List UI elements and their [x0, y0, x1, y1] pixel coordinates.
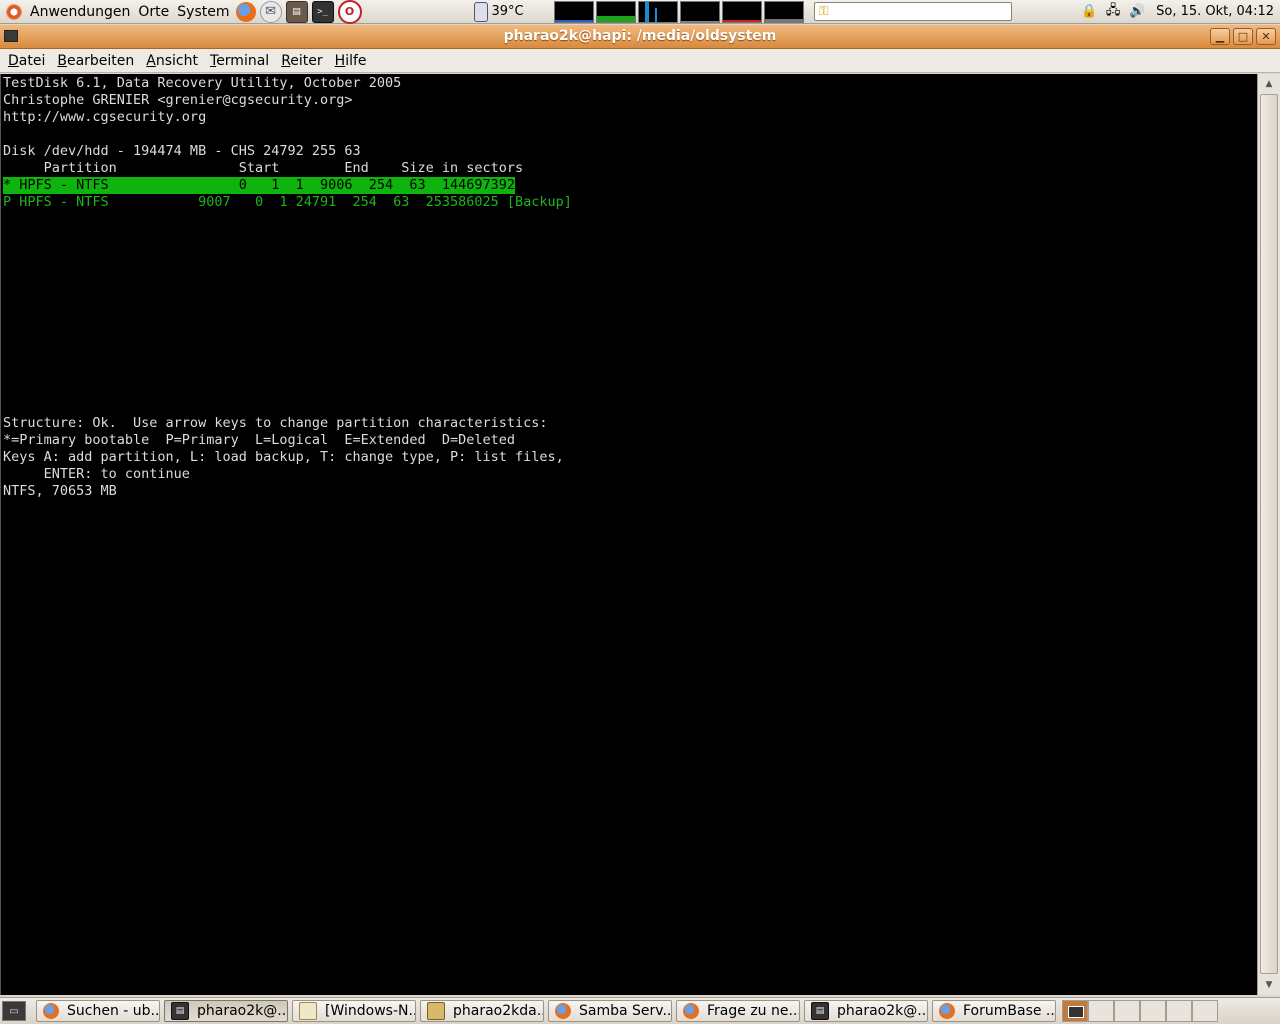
terminal-scrollbar[interactable]: ▲ ▼: [1257, 74, 1280, 995]
partition-row-selected[interactable]: * HPFS - NTFS 0 1 1 9006 254 63 14469739…: [3, 177, 516, 194]
task-button[interactable]: Frage zu ne...: [676, 1000, 800, 1022]
network-icon[interactable]: 🖧: [1104, 3, 1122, 21]
menu-hilfe[interactable]: Hilfe: [329, 53, 373, 69]
window-title: pharao2k@hapi: /media/oldsystem: [503, 28, 777, 44]
menu-anwendungen[interactable]: Anwendungen: [26, 4, 134, 20]
terminal-line: Christophe GRENIER <grenier@cgsecurity.o…: [3, 92, 353, 108]
close-button[interactable]: ✕: [1256, 28, 1276, 45]
workspace-switcher: [1062, 1000, 1218, 1022]
keyring-icon: ⚿: [818, 4, 829, 19]
task-button[interactable]: ForumBase ...: [932, 1000, 1056, 1022]
task-label: [Windows-N...: [325, 1003, 416, 1019]
volume-icon[interactable]: 🔊: [1128, 3, 1146, 21]
task-label: pharao2kda...: [453, 1003, 544, 1019]
scroll-up-icon[interactable]: ▲: [1260, 76, 1278, 92]
panel-search-field[interactable]: ⚿: [813, 2, 1012, 21]
thermometer-icon: [473, 1, 488, 22]
terminal-icon: ▤: [171, 1002, 189, 1020]
menu-orte[interactable]: Orte: [134, 4, 173, 20]
menu-datei[interactable]: Datei: [2, 53, 51, 69]
scroll-down-icon[interactable]: ▼: [1260, 977, 1278, 993]
memory-graph: [595, 0, 636, 23]
workspace-2[interactable]: [1088, 1000, 1114, 1022]
keys-line: Keys A: add partition, L: load backup, T…: [3, 449, 564, 465]
opera-launcher-icon[interactable]: O: [337, 0, 362, 24]
terminal-line: http://www.cgsecurity.org: [3, 109, 207, 125]
task-label: Samba Serv...: [579, 1003, 672, 1019]
firefox-icon: [43, 1003, 59, 1019]
partition-header: Partition Start End Size in sectors: [3, 160, 524, 176]
task-button-active[interactable]: ▤ pharao2k@...: [164, 1000, 288, 1022]
terminal-line: TestDisk 6.1, Data Recovery Utility, Oct…: [3, 75, 402, 91]
legend-line: *=Primary bootable P=Primary L=Logical E…: [3, 432, 516, 448]
menu-ansicht[interactable]: Ansicht: [140, 53, 204, 69]
clock[interactable]: So, 15. Okt, 04:12: [1156, 4, 1274, 19]
archive-icon: [427, 1002, 445, 1020]
workspace-1[interactable]: [1062, 1000, 1088, 1022]
swap-graph: [679, 0, 720, 23]
menu-bearbeiten[interactable]: Bearbeiten: [51, 53, 140, 69]
system-monitor-graphs[interactable]: [553, 0, 804, 23]
minimize-button[interactable]: ▁: [1210, 28, 1230, 45]
terminal-icon: ▤: [811, 1002, 829, 1020]
load-graph: [721, 0, 762, 23]
task-label: Frage zu ne...: [707, 1003, 800, 1019]
temperature-value: 39°C: [491, 4, 524, 19]
system-monitor-launcher-icon[interactable]: ▤: [285, 0, 308, 23]
firefox-launcher-icon[interactable]: [235, 1, 256, 22]
window-menubar: Datei Bearbeiten Ansicht Terminal Reiter…: [0, 49, 1280, 73]
task-label: pharao2k@...: [837, 1003, 928, 1019]
window-titlebar[interactable]: pharao2k@hapi: /media/oldsystem ▁ □ ✕: [0, 25, 1280, 49]
workspace-6[interactable]: [1192, 1000, 1218, 1022]
menu-terminal[interactable]: Terminal: [204, 53, 275, 69]
workspace-5[interactable]: [1166, 1000, 1192, 1022]
window-controls: ▁ □ ✕: [1210, 28, 1276, 45]
firefox-icon: [555, 1003, 571, 1019]
task-button[interactable]: pharao2kda...: [420, 1000, 544, 1022]
ubuntu-logo-icon[interactable]: [6, 3, 22, 20]
firefox-icon: [683, 1003, 699, 1019]
top-panel: Anwendungen Orte System ✉ ▤ >_ O 39°C ⚿ …: [0, 0, 1280, 24]
menu-reiter[interactable]: Reiter: [275, 53, 328, 69]
disk-graph: [763, 0, 804, 23]
show-desktop-icon[interactable]: ▭: [2, 1001, 26, 1021]
mail-launcher-icon[interactable]: ✉: [259, 0, 282, 23]
task-button[interactable]: Samba Serv...: [548, 1000, 672, 1022]
status-line: Structure: Ok. Use arrow keys to change …: [3, 415, 548, 431]
task-label: Suchen - ub...: [67, 1003, 160, 1019]
task-button[interactable]: [Windows-N...: [292, 1000, 416, 1022]
task-label: ForumBase ...: [963, 1003, 1056, 1019]
temperature-applet[interactable]: 39°C: [473, 1, 524, 22]
folder-icon: [299, 1002, 317, 1020]
terminal-output[interactable]: TestDisk 6.1, Data Recovery Utility, Oct…: [0, 74, 1257, 995]
bottom-panel: ▭ Suchen - ub... ▤ pharao2k@... [Windows…: [0, 997, 1280, 1024]
cpu-graph: [553, 0, 594, 23]
partition-row[interactable]: P HPFS - NTFS 9007 0 1 24791 254 63 2535…: [3, 194, 572, 211]
partition-size-line: NTFS, 70653 MB: [3, 483, 117, 499]
network-graph: [637, 0, 678, 23]
panel-menus: Anwendungen Orte System: [0, 0, 234, 24]
maximize-button[interactable]: □: [1233, 28, 1253, 45]
terminal-launcher-icon[interactable]: >_: [311, 0, 334, 23]
task-label: pharao2k@...: [197, 1003, 288, 1019]
notification-area: 🔒 🖧 🔊 So, 15. Okt, 04:12: [1080, 3, 1280, 21]
workspace-3[interactable]: [1114, 1000, 1140, 1022]
firefox-icon: [939, 1003, 955, 1019]
menu-system[interactable]: System: [173, 4, 233, 20]
workspace-4[interactable]: [1140, 1000, 1166, 1022]
task-button[interactable]: ▤ pharao2k@...: [804, 1000, 928, 1022]
lock-icon[interactable]: 🔒: [1080, 3, 1098, 21]
scrollbar-thumb[interactable]: [1260, 94, 1278, 974]
task-button[interactable]: Suchen - ub...: [36, 1000, 160, 1022]
keys-line-continued: ENTER: to continue: [3, 466, 190, 482]
disk-info-line: Disk /dev/hdd - 194474 MB - CHS 24792 25…: [3, 143, 361, 159]
